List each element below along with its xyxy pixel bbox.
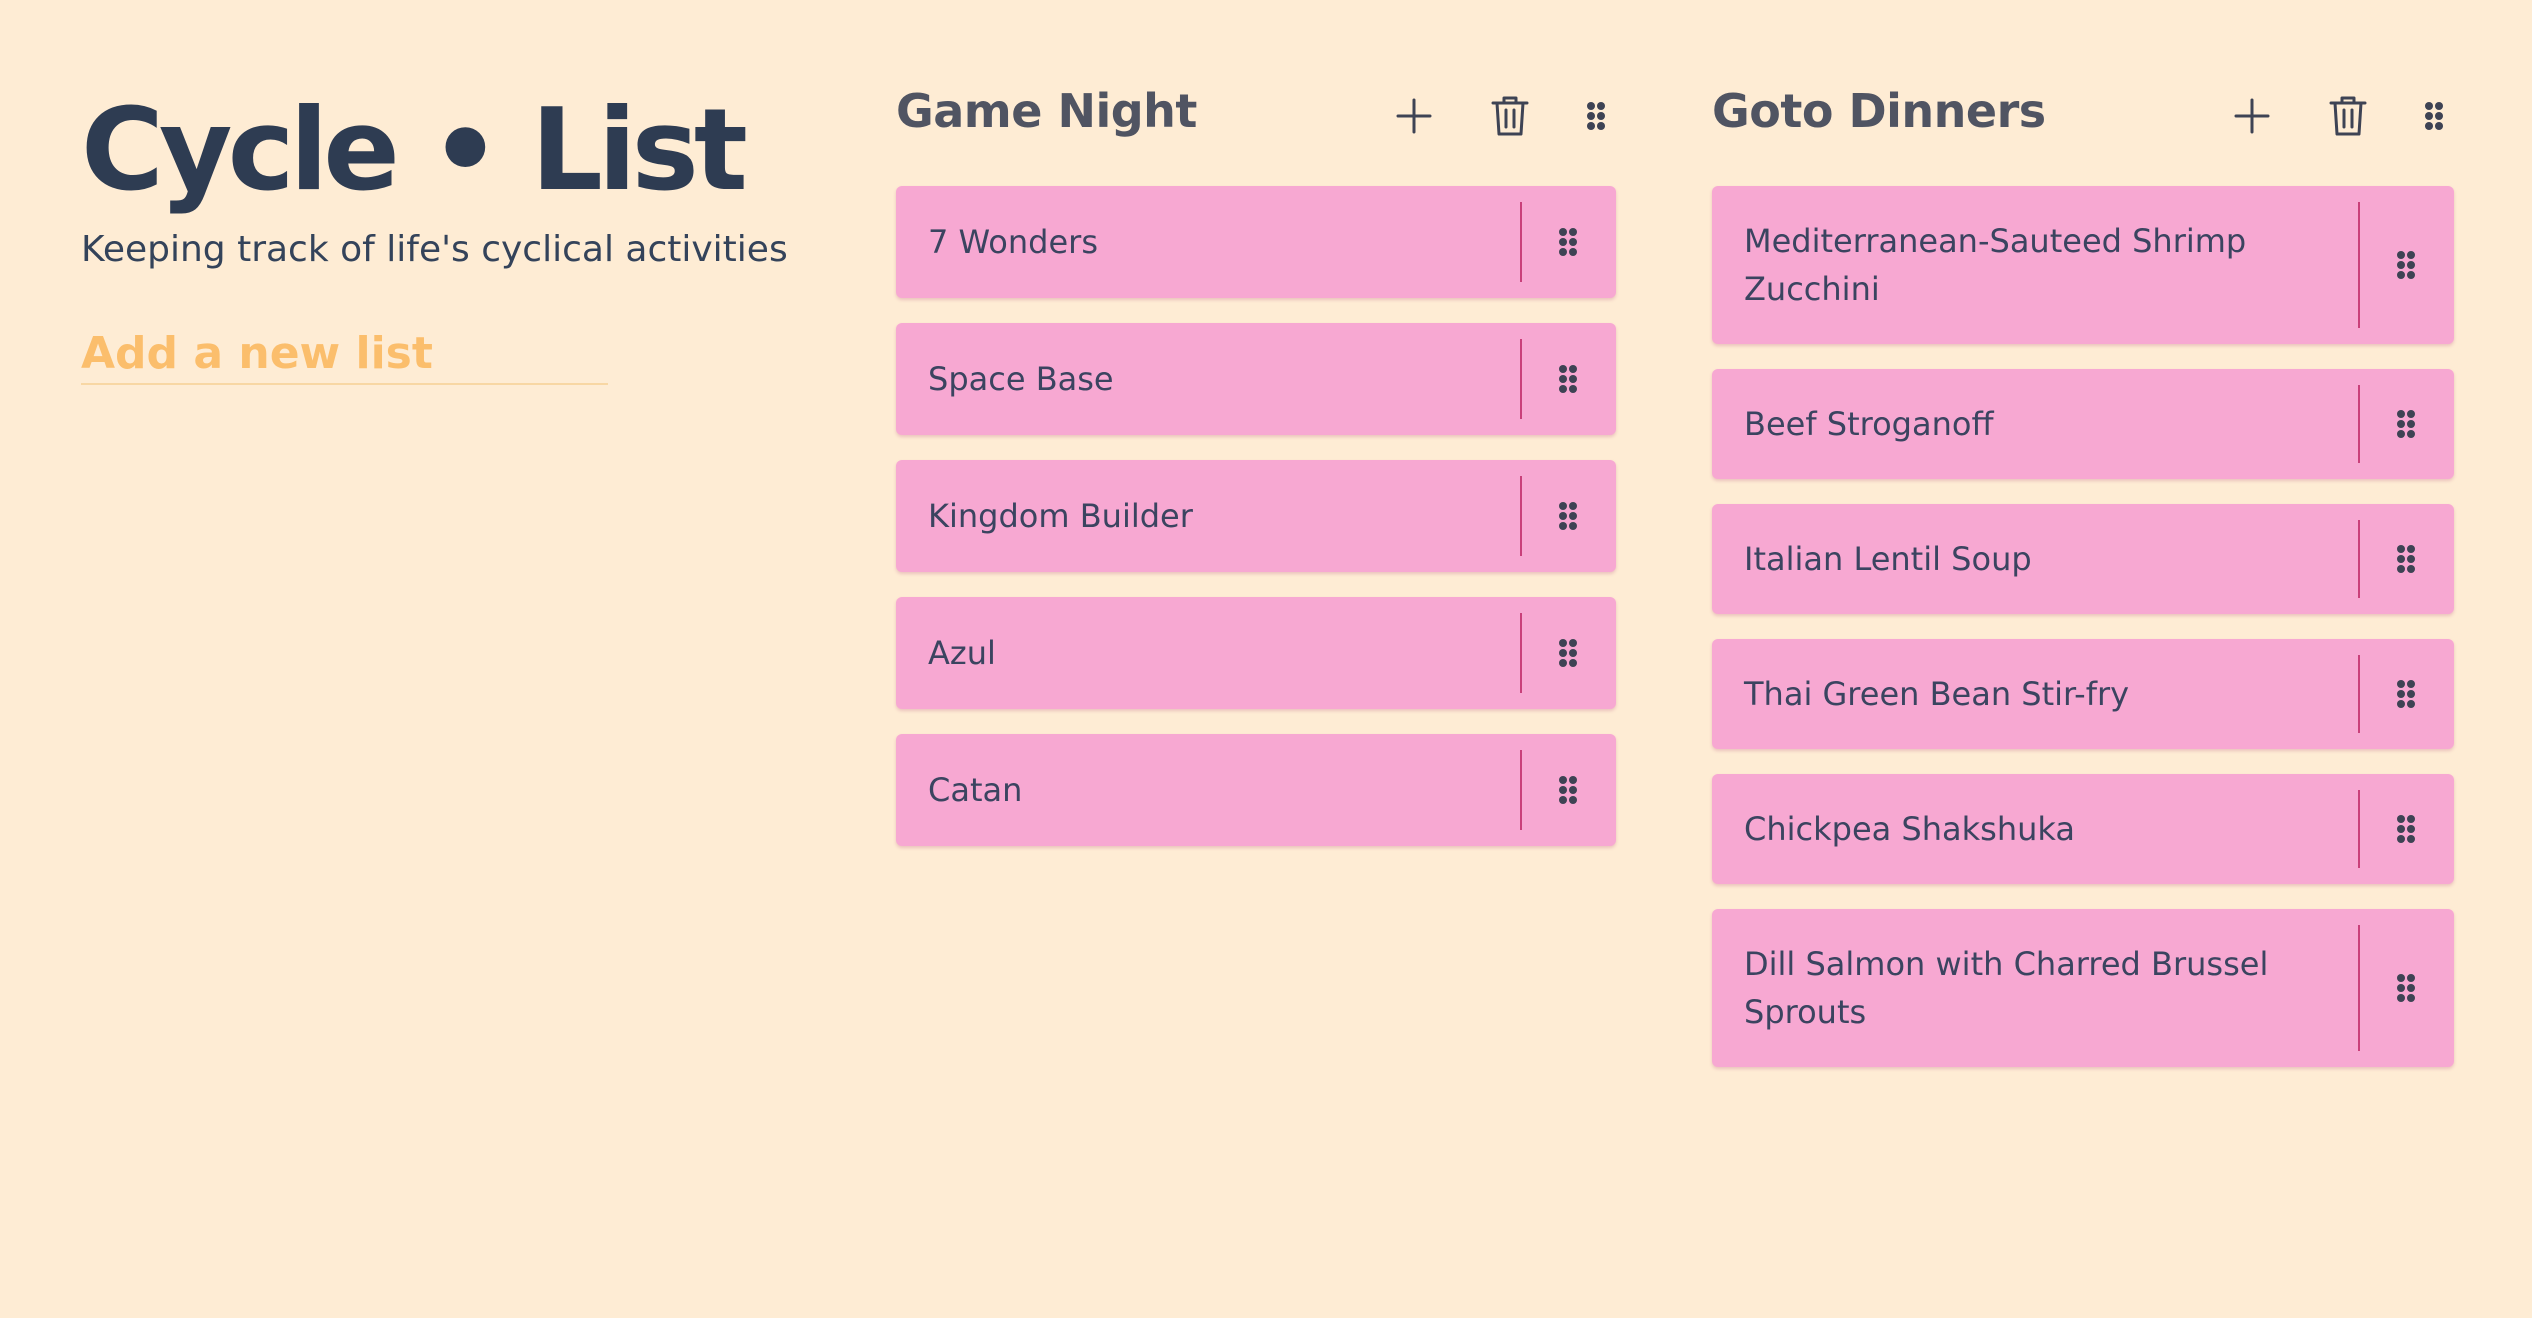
list-items: Mediterranean-Sauteed Shrimp Zucchini Be… [1712,186,2454,1067]
drag-dots-icon [1559,639,1577,667]
list-title: Goto Dinners [1712,84,2046,138]
item-label: Italian Lentil Soup [1744,540,2032,578]
list-actions [2222,86,2454,146]
app-title: Cycle • List [81,84,748,216]
item-drag-handle[interactable] [1520,460,1616,572]
delete-list-button[interactable] [2318,86,2378,146]
list-goto-dinners: Goto Dinners Mediterranean-Sauteed Shrim… [1712,80,2454,1092]
list-item[interactable]: Kingdom Builder [896,460,1616,572]
list-item[interactable]: Space Base [896,323,1616,435]
list-item[interactable]: Italian Lentil Soup [1712,504,2454,614]
item-label: Thai Green Bean Stir-fry [1744,675,2130,713]
list-item[interactable]: Azul [896,597,1616,709]
trash-icon [1491,96,1529,136]
app-subtitle: Keeping track of life's cyclical activit… [81,229,788,270]
list-header: Game Night [896,80,1616,150]
drag-dots-icon [2397,545,2415,573]
plus-icon [2234,98,2270,134]
add-item-button[interactable] [2222,86,2282,146]
item-label: 7 Wonders [928,223,1098,261]
new-list-input[interactable] [81,328,608,385]
list-title: Game Night [896,84,1197,138]
drag-dots-icon [2397,251,2415,279]
list-header: Goto Dinners [1712,80,2454,150]
item-drag-handle[interactable] [2358,186,2454,344]
item-label: Azul [928,634,996,672]
item-drag-handle[interactable] [1520,597,1616,709]
item-label: Space Base [928,360,1114,398]
item-label: Kingdom Builder [928,497,1193,535]
delete-list-button[interactable] [1480,86,1540,146]
item-drag-handle[interactable] [2358,369,2454,479]
list-actions [1384,86,1616,146]
list-items: 7 Wonders Space Base Kingdom Builder Azu… [896,186,1616,846]
list-item[interactable]: Dill Salmon with Charred Brussel Sprouts [1712,909,2454,1067]
drag-dots-icon [2397,410,2415,438]
list-item[interactable]: Mediterranean-Sauteed Shrimp Zucchini [1712,186,2454,344]
drag-dots-icon [2397,815,2415,843]
list-item[interactable]: Chickpea Shakshuka [1712,774,2454,884]
item-drag-handle[interactable] [2358,909,2454,1067]
drag-dots-icon [2397,974,2415,1002]
list-game-night: Game Night 7 Wonders Space Base Kingdom … [896,80,1616,871]
item-drag-handle[interactable] [2358,774,2454,884]
sidebar: Cycle • List Keeping track of life's cyc… [81,80,801,385]
add-item-button[interactable] [1384,86,1444,146]
list-item[interactable]: Beef Stroganoff [1712,369,2454,479]
drag-dots-icon [1559,502,1577,530]
drag-dots-icon [1587,102,1605,130]
plus-icon [1396,98,1432,134]
item-drag-handle[interactable] [1520,186,1616,298]
item-drag-handle[interactable] [1520,734,1616,846]
list-item[interactable]: 7 Wonders [896,186,1616,298]
drag-dots-icon [1559,776,1577,804]
item-label: Chickpea Shakshuka [1744,810,2075,848]
item-label: Dill Salmon with Charred Brussel Sprouts [1744,945,2269,1031]
list-item[interactable]: Catan [896,734,1616,846]
trash-icon [2329,96,2367,136]
item-label: Mediterranean-Sauteed Shrimp Zucchini [1744,222,2247,308]
item-drag-handle[interactable] [2358,504,2454,614]
drag-dots-icon [1559,365,1577,393]
drag-dots-icon [1559,228,1577,256]
item-label: Catan [928,771,1023,809]
item-label: Beef Stroganoff [1744,405,1994,443]
item-drag-handle[interactable] [1520,323,1616,435]
list-item[interactable]: Thai Green Bean Stir-fry [1712,639,2454,749]
drag-dots-icon [2397,680,2415,708]
item-drag-handle[interactable] [2358,639,2454,749]
list-drag-handle[interactable] [2414,86,2454,146]
list-drag-handle[interactable] [1576,86,1616,146]
drag-dots-icon [2425,102,2443,130]
